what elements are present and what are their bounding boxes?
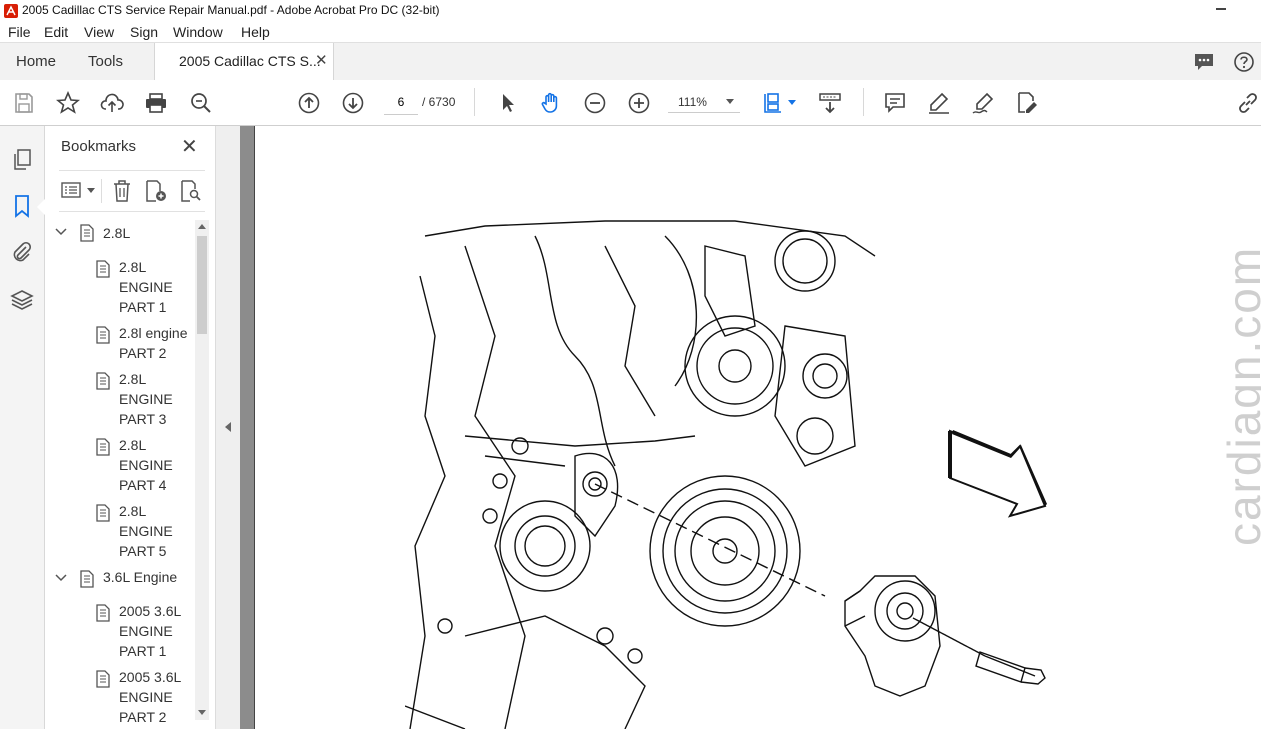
tab-home[interactable]: Home xyxy=(16,53,56,70)
zoom-in-icon[interactable] xyxy=(627,91,651,115)
print-icon[interactable] xyxy=(144,91,168,115)
page-fit-icon[interactable] xyxy=(761,91,785,115)
bookmarks-icon[interactable] xyxy=(10,194,34,218)
chevron-down-icon xyxy=(726,99,734,104)
bookmark-page-icon xyxy=(96,372,110,390)
next-page-icon[interactable] xyxy=(341,91,365,115)
help-icon[interactable] xyxy=(1233,51,1255,73)
watermark-text: cardiagn.com xyxy=(1218,245,1261,546)
menu-sign[interactable]: Sign xyxy=(130,24,158,40)
bookmark-item[interactable]: 2005 3.6L ENGINE PART 2 xyxy=(119,667,189,727)
new-bookmark-icon[interactable] xyxy=(144,179,168,203)
bookmark-page-icon xyxy=(96,438,110,456)
scroll-up-icon[interactable] xyxy=(198,224,206,229)
menu-file[interactable]: File xyxy=(8,24,31,40)
close-tab-icon[interactable]: ✕ xyxy=(315,51,328,69)
menu-bar: File Edit View Sign Window Help xyxy=(0,22,1261,42)
engine-drawing-image xyxy=(405,220,1047,729)
chevron-down-icon[interactable] xyxy=(55,572,67,584)
link-icon[interactable] xyxy=(1236,91,1260,115)
bookmark-item[interactable]: 2.8L ENGINE PART 3 xyxy=(119,369,189,429)
scrollbar-thumb[interactable] xyxy=(197,236,207,334)
bookmark-item[interactable]: 2.8L xyxy=(103,223,183,243)
menu-view[interactable]: View xyxy=(84,24,114,40)
scroll-down-icon[interactable] xyxy=(198,710,206,715)
acrobat-icon xyxy=(4,4,18,18)
menu-help[interactable]: Help xyxy=(241,24,270,40)
options-menu-icon[interactable] xyxy=(61,180,83,200)
minimize-button[interactable] xyxy=(1216,8,1226,10)
highlight-pen-icon[interactable] xyxy=(927,91,951,115)
comment-bubble-icon[interactable] xyxy=(1193,52,1215,72)
document-page[interactable]: cardiagn.com xyxy=(254,126,1261,729)
bookmark-item[interactable]: 2005 3.6L ENGINE PART 1 xyxy=(119,601,189,661)
cloud-upload-icon[interactable] xyxy=(100,91,124,115)
bookmark-page-icon xyxy=(96,326,110,344)
bookmark-page-icon xyxy=(96,504,110,522)
bookmarks-title: Bookmarks xyxy=(61,138,137,155)
bookmarks-toolbar xyxy=(59,170,205,212)
bookmark-page-icon xyxy=(96,604,110,622)
toolbar-divider xyxy=(101,179,102,203)
toolbar-divider xyxy=(474,88,475,116)
panel-collapse-strip[interactable] xyxy=(215,126,241,729)
layers-icon[interactable] xyxy=(10,288,34,312)
title-bar: 2005 Cadillac CTS Service Repair Manual.… xyxy=(0,0,1261,23)
chevron-down-icon[interactable] xyxy=(55,226,67,238)
bookmark-item[interactable]: 2.8L ENGINE PART 1 xyxy=(119,257,189,317)
zoom-out-icon[interactable] xyxy=(583,91,607,115)
page-number-input[interactable] xyxy=(384,90,418,115)
main-toolbar: / 6730 111% xyxy=(0,80,1261,126)
toolbar-divider xyxy=(863,88,864,116)
page-total: / 6730 xyxy=(422,95,456,109)
scroll-mode-icon[interactable] xyxy=(818,91,842,115)
tab-tools[interactable]: Tools xyxy=(88,53,123,70)
bookmarks-scrollbar[interactable] xyxy=(195,220,209,720)
delete-bookmark-icon[interactable] xyxy=(111,179,133,203)
zoom-level-dropdown[interactable]: 111% xyxy=(668,90,740,113)
menu-edit[interactable]: Edit xyxy=(44,24,68,40)
bookmark-node-icon xyxy=(80,570,94,588)
close-panel-icon[interactable]: ✕ xyxy=(181,134,198,159)
collapse-left-icon[interactable] xyxy=(225,422,231,432)
zoom-level-value: 111% xyxy=(678,95,707,109)
active-panel-indicator xyxy=(37,199,45,215)
bookmarks-panel: Bookmarks ✕ 2.8L 2.8L ENGINE PART 1 2.8l… xyxy=(45,126,215,729)
bookmark-page-icon xyxy=(96,260,110,278)
edit-pdf-icon[interactable] xyxy=(1015,91,1039,115)
attachments-icon[interactable] xyxy=(10,240,34,264)
document-gutter xyxy=(240,126,254,729)
menu-window[interactable]: Window xyxy=(173,24,223,40)
bookmark-item[interactable]: 2.8l engine PART 2 xyxy=(119,323,195,363)
chevron-down-icon[interactable] xyxy=(788,100,796,105)
save-icon[interactable] xyxy=(12,91,36,115)
zoom-search-icon[interactable] xyxy=(189,91,213,115)
hand-tool-icon[interactable] xyxy=(539,91,563,115)
tab-document[interactable]: 2005 Cadillac CTS S... ✕ xyxy=(154,43,334,80)
navigation-rail xyxy=(0,126,45,729)
window-title: 2005 Cadillac CTS Service Repair Manual.… xyxy=(22,3,440,17)
tab-document-label: 2005 Cadillac CTS S... xyxy=(179,53,321,69)
select-cursor-icon[interactable] xyxy=(496,91,520,115)
bookmark-node-icon xyxy=(80,224,94,242)
tab-bar: Home Tools 2005 Cadillac CTS S... ✕ xyxy=(0,42,1261,81)
comment-icon[interactable] xyxy=(883,91,907,115)
sign-icon[interactable] xyxy=(971,91,995,115)
page-thumbnails-icon[interactable] xyxy=(10,148,34,172)
bookmark-item[interactable]: 2.8L ENGINE PART 5 xyxy=(119,501,189,561)
bookmark-item[interactable]: 2.8L ENGINE PART 4 xyxy=(119,435,189,495)
find-bookmark-icon[interactable] xyxy=(179,179,203,203)
star-icon[interactable] xyxy=(55,90,81,115)
previous-page-icon[interactable] xyxy=(297,91,321,115)
bookmark-item[interactable]: 3.6L Engine xyxy=(103,567,193,587)
bookmark-page-icon xyxy=(96,670,110,688)
chevron-down-icon[interactable] xyxy=(87,188,95,193)
